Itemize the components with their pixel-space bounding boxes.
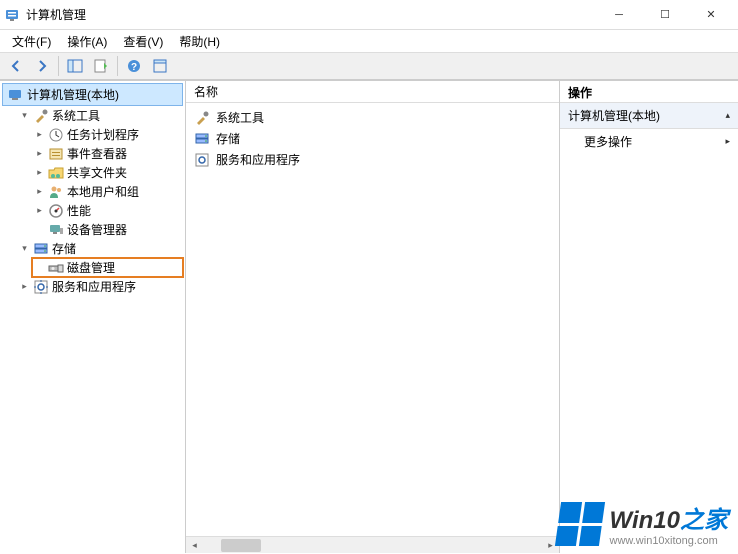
- tree-item-label: 系统工具: [52, 107, 100, 124]
- menu-file[interactable]: 文件(F): [4, 31, 59, 52]
- scroll-left-icon[interactable]: ◂: [186, 537, 203, 554]
- tree-local-users[interactable]: ▸ 本地用户和组: [32, 182, 183, 201]
- list-item-label: 存储: [216, 130, 240, 147]
- chevron-right-icon[interactable]: ▸: [34, 148, 45, 159]
- chevron-right-icon[interactable]: ▸: [34, 205, 45, 216]
- tree-task-scheduler[interactable]: ▸ 任务计划程序: [32, 125, 183, 144]
- actions-pane: 操作 计算机管理(本地) ▴ 更多操作 ▸: [560, 81, 738, 553]
- window-controls: ─ ☐ ✕: [596, 0, 734, 30]
- actions-more-label: 更多操作: [584, 133, 632, 150]
- storage-icon: [194, 131, 210, 147]
- chevron-right-icon[interactable]: ▸: [34, 167, 45, 178]
- show-hide-tree-button[interactable]: [63, 55, 87, 77]
- maximize-button[interactable]: ☐: [642, 0, 688, 30]
- content-area: 计算机管理(本地) ▾ 系统工具 ▸ 任务计划程序 ▸: [0, 80, 738, 553]
- toolbar-separator: [58, 56, 59, 76]
- tree-pane[interactable]: 计算机管理(本地) ▾ 系统工具 ▸ 任务计划程序 ▸: [0, 81, 186, 553]
- menu-view[interactable]: 查看(V): [115, 31, 171, 52]
- actions-context-label: 计算机管理(本地): [568, 107, 660, 124]
- actions-header: 操作: [560, 81, 738, 103]
- users-icon: [48, 184, 64, 200]
- tree-item-label: 事件查看器: [67, 145, 127, 162]
- chevron-right-icon[interactable]: ▸: [34, 129, 45, 140]
- menu-action[interactable]: 操作(A): [59, 31, 115, 52]
- actions-context[interactable]: 计算机管理(本地) ▴: [560, 103, 738, 129]
- column-header-name[interactable]: 名称: [186, 81, 559, 103]
- tree-root[interactable]: 计算机管理(本地): [2, 83, 183, 106]
- computer-icon: [7, 87, 23, 103]
- chevron-right-icon: ▸: [725, 136, 730, 147]
- window-title: 计算机管理: [26, 6, 596, 23]
- tree-item-label: 共享文件夹: [67, 164, 127, 181]
- tree-item-label: 性能: [67, 202, 91, 219]
- services-icon: [194, 152, 210, 168]
- clock-icon: [48, 127, 64, 143]
- chevron-right-icon[interactable]: ▸: [19, 281, 30, 292]
- tree-item-label: 任务计划程序: [67, 126, 139, 143]
- tree-system-tools[interactable]: ▾ 系统工具: [17, 106, 183, 125]
- svg-text:?: ?: [131, 62, 137, 73]
- horizontal-scrollbar[interactable]: ◂ ▸: [186, 536, 559, 553]
- title-bar: 计算机管理 ─ ☐ ✕: [0, 0, 738, 30]
- scroll-thumb[interactable]: [221, 539, 261, 552]
- toolbar: ?: [0, 52, 738, 80]
- performance-icon: [48, 203, 64, 219]
- toolbar-separator: [117, 56, 118, 76]
- menu-help[interactable]: 帮助(H): [171, 31, 228, 52]
- back-button[interactable]: [4, 55, 28, 77]
- tree-performance[interactable]: ▸ 性能: [32, 201, 183, 220]
- app-icon: [4, 7, 20, 23]
- storage-icon: [33, 241, 49, 257]
- list-item[interactable]: 服务和应用程序: [190, 149, 555, 170]
- tree-root-label: 计算机管理(本地): [27, 86, 119, 103]
- scroll-right-icon[interactable]: ▸: [542, 537, 559, 554]
- tree-disk-management[interactable]: ▸ 磁盘管理: [32, 258, 183, 277]
- list-body[interactable]: 系统工具 存储 服务和应用程序: [186, 103, 559, 536]
- list-item[interactable]: 存储: [190, 128, 555, 149]
- tree-shared-folders[interactable]: ▸ 共享文件夹: [32, 163, 183, 182]
- list-item-label: 系统工具: [216, 109, 264, 126]
- shared-folder-icon: [48, 165, 64, 181]
- chevron-right-icon[interactable]: ▸: [34, 186, 45, 197]
- properties-button[interactable]: [89, 55, 113, 77]
- list-pane: 名称 系统工具 存储 服务和应用程序 ◂: [186, 81, 560, 553]
- menu-bar: 文件(F) 操作(A) 查看(V) 帮助(H): [0, 30, 738, 52]
- tree-storage[interactable]: ▾ 存储: [17, 239, 183, 258]
- help-button[interactable]: ?: [122, 55, 146, 77]
- tree-item-label: 设备管理器: [67, 221, 127, 238]
- actions-more[interactable]: 更多操作 ▸: [560, 129, 738, 154]
- minimize-button[interactable]: ─: [596, 0, 642, 30]
- chevron-down-icon[interactable]: ▾: [19, 243, 30, 254]
- tools-icon: [33, 108, 49, 124]
- tree-item-label: 存储: [52, 240, 76, 257]
- forward-button[interactable]: [30, 55, 54, 77]
- disk-icon: [48, 260, 64, 276]
- list-item[interactable]: 系统工具: [190, 107, 555, 128]
- services-icon: [33, 279, 49, 295]
- tree-device-manager[interactable]: ▸ 设备管理器: [32, 220, 183, 239]
- tree-event-viewer[interactable]: ▸ 事件查看器: [32, 144, 183, 163]
- list-item-label: 服务和应用程序: [216, 151, 300, 168]
- tree-item-label: 磁盘管理: [67, 259, 115, 276]
- chevron-up-icon: ▴: [725, 110, 730, 121]
- chevron-down-icon[interactable]: ▾: [19, 110, 30, 121]
- tools-icon: [194, 110, 210, 126]
- close-button[interactable]: ✕: [688, 0, 734, 30]
- device-icon: [48, 222, 64, 238]
- tree-services-apps[interactable]: ▸ 服务和应用程序: [17, 277, 183, 296]
- tree-item-label: 本地用户和组: [67, 183, 139, 200]
- event-icon: [48, 146, 64, 162]
- refresh-button[interactable]: [148, 55, 172, 77]
- tree-item-label: 服务和应用程序: [52, 278, 136, 295]
